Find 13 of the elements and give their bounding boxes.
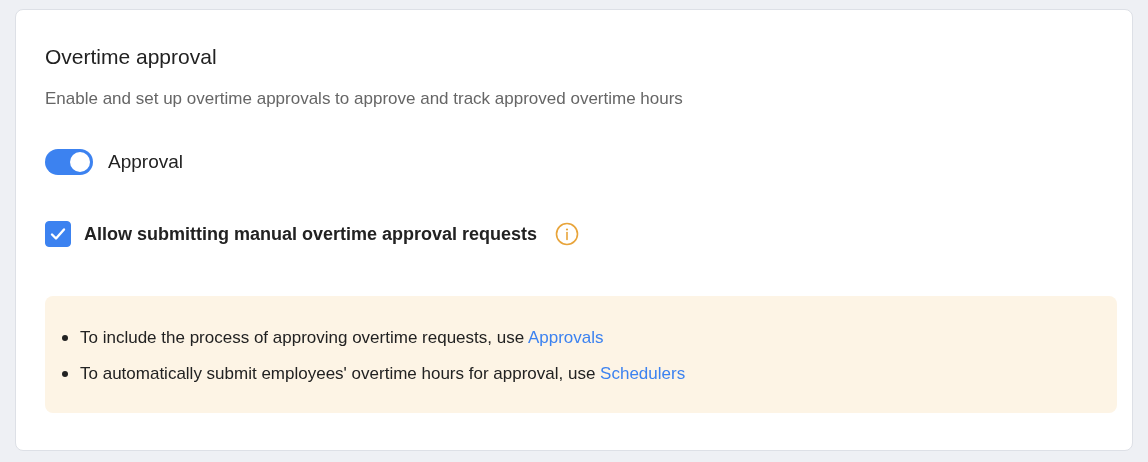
checkbox-label: Allow submitting manual overtime approval requests (84, 223, 538, 245)
note-text: To include the process of approving overtime requests, use Approvals (80, 328, 604, 348)
note-text: To automatically submit employees' overtime hours for approval, use Schedulers (80, 364, 686, 384)
link[interactable]: Schedulers (600, 364, 686, 383)
section-description: Enable and set up overtime approvals to approve and track approved overtime hours (45, 88, 684, 110)
link[interactable]: Approvals (527, 328, 604, 347)
section-title: Overtime approval (45, 44, 218, 70)
bullet-icon (62, 335, 68, 341)
approval-toggle[interactable] (45, 149, 93, 175)
toggle-label: Approval (108, 151, 183, 173)
bullet-icon (62, 371, 68, 377)
checkbox[interactable] (45, 221, 71, 247)
info-icon[interactable] (555, 222, 580, 246)
